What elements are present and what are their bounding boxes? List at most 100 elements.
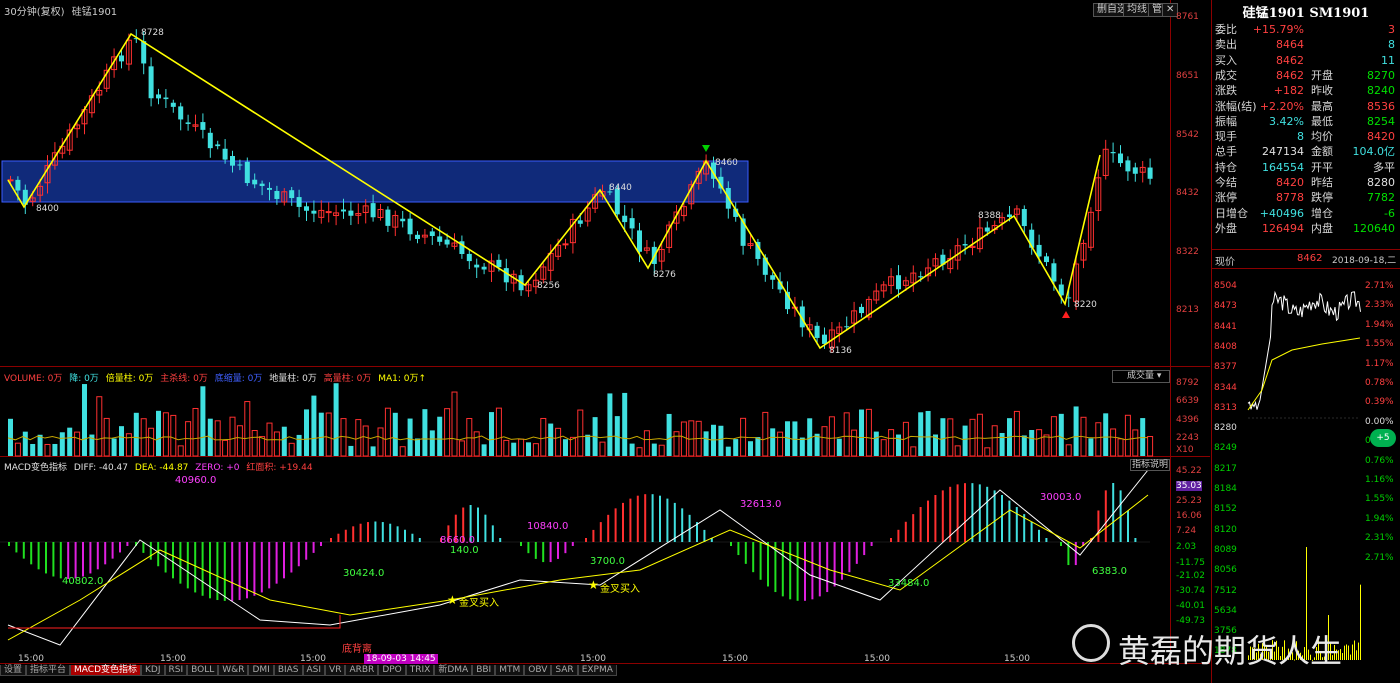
- volume-bar: [518, 438, 525, 457]
- indicator-tab[interactable]: BIAS: [273, 665, 303, 676]
- price-label: 8276: [653, 270, 676, 280]
- candle-body: [629, 218, 635, 229]
- volume-bar: [777, 431, 784, 457]
- macd-tick: 25.23: [1176, 496, 1202, 506]
- indicator-tab[interactable]: MACD变色指标: [70, 665, 142, 676]
- macd-bar: [1001, 494, 1003, 542]
- volume-bar: [177, 445, 184, 457]
- volume-bar: [859, 409, 864, 456]
- macd-bar: [179, 542, 182, 584]
- mini-badge[interactable]: +5: [1370, 429, 1396, 447]
- volume-bar: [643, 430, 650, 457]
- macd-bar: [607, 514, 610, 542]
- volume-bar: [984, 447, 991, 457]
- indicator-tab[interactable]: 新DMA: [434, 665, 473, 676]
- volume-bar: [873, 431, 879, 456]
- macd-bar: [283, 542, 285, 579]
- indicator-tab[interactable]: ARBR: [345, 665, 379, 676]
- macd-bar: [1045, 538, 1048, 542]
- macd-bar: [557, 542, 559, 559]
- candle-body: [370, 203, 376, 218]
- macd-label: 33484.0: [888, 578, 930, 589]
- volume-bar: [37, 434, 43, 456]
- quote-row: 振幅 3.42% 最低 8254: [1215, 114, 1399, 129]
- macd-bar: [636, 495, 639, 542]
- candle-body: [207, 132, 213, 149]
- indicator-tab[interactable]: 设置: [0, 665, 27, 676]
- quote-value-2: 8254: [1367, 114, 1395, 128]
- macd-bar: [651, 494, 654, 542]
- macd-bar: [644, 494, 647, 542]
- macd-bar: [142, 542, 145, 553]
- macd-bar: [534, 542, 537, 559]
- indicator-tab[interactable]: MTM: [495, 665, 525, 676]
- macd-bar: [520, 542, 522, 546]
- volume-bar: [569, 436, 576, 457]
- mini-pct-tick: 1.17%: [1365, 358, 1394, 369]
- volume-tick: X10: [1176, 445, 1194, 455]
- quote-title: 硅锰1901 SM1901: [1242, 6, 1370, 21]
- volume-bar: [577, 409, 584, 457]
- indicator-tab[interactable]: BBI: [472, 665, 496, 676]
- indicator-tab[interactable]: DPO: [378, 665, 406, 676]
- indicator-tab[interactable]: OBV: [524, 665, 552, 676]
- indicator-tab[interactable]: EXPMA: [577, 665, 617, 676]
- volume-bar: [585, 434, 591, 456]
- volume-bar: [548, 423, 554, 456]
- quote-row: 买入 8462 11: [1215, 53, 1399, 68]
- macd-tick: 45.22: [1176, 466, 1202, 476]
- mini-tick: 8280: [1214, 423, 1237, 434]
- indicator-tab[interactable]: TRIX: [405, 665, 435, 676]
- volume-bar: [821, 426, 828, 457]
- indicator-tab[interactable]: ASI: [302, 665, 326, 676]
- volume-bar: [236, 425, 243, 457]
- macd-bar: [1127, 510, 1129, 542]
- volume-bar: [962, 425, 968, 456]
- quote-value: +15.79%: [1252, 23, 1304, 36]
- macd-label: 3700.0: [590, 556, 625, 567]
- indicator-tab[interactable]: 指标平台: [26, 665, 71, 676]
- volume-selector[interactable]: 成交量 ▾: [1112, 370, 1170, 383]
- intraday-volume-bar: [1352, 644, 1353, 660]
- quote-value: 8420: [1276, 176, 1304, 189]
- volume-bar: [1140, 418, 1146, 456]
- candle-body: [185, 122, 191, 124]
- quote-label-2: 内盘: [1311, 221, 1333, 235]
- indicator-tab[interactable]: DMI: [248, 665, 274, 676]
- indicator-explain-button[interactable]: 指标说明: [1130, 459, 1170, 471]
- indicator-tab[interactable]: W&R: [218, 665, 249, 676]
- quote-label: 买入: [1215, 53, 1237, 67]
- volume-bar: [44, 443, 51, 457]
- volume-bar: [666, 413, 672, 456]
- macd-dea-line: [7, 494, 1149, 641]
- mini-pct-tick: 0.78%: [1365, 378, 1394, 388]
- quote-value-2: 3: [1388, 23, 1395, 36]
- volume-bar: [940, 418, 946, 456]
- macd-bar: [855, 542, 858, 564]
- volume-bar: [1095, 422, 1102, 457]
- macd-bar: [82, 542, 84, 577]
- macd-bar: [359, 523, 362, 542]
- indicator-tab[interactable]: VR: [325, 665, 346, 676]
- volume-bars: [8, 383, 1154, 457]
- indicator-tab[interactable]: BOLL: [187, 665, 219, 676]
- volume-bar: [828, 416, 835, 457]
- volume-bar: [1013, 410, 1020, 457]
- quote-row: 涨停 8778 跌停 7782: [1215, 190, 1399, 205]
- volume-bar: [718, 425, 724, 456]
- ma-button[interactable]: 均线: [1123, 3, 1151, 17]
- volume-bar: [59, 432, 65, 456]
- volume-ground: 地量柱: 0万: [269, 374, 317, 384]
- quote-value: 8464: [1276, 38, 1304, 52]
- indicator-tab[interactable]: RSI: [164, 665, 188, 676]
- macd-bar: [730, 542, 732, 546]
- indicator-tab[interactable]: KDJ: [141, 665, 165, 676]
- macd-bar: [119, 542, 121, 553]
- mini-tick: 7512: [1214, 585, 1237, 596]
- macd-bar: [789, 542, 792, 600]
- quote-label: 振幅: [1215, 114, 1237, 128]
- indicator-tab[interactable]: SAR: [551, 665, 578, 676]
- volume-value: VOLUME: 0万: [4, 374, 63, 384]
- divider-price-volume: [0, 366, 1210, 367]
- volume-bar: [703, 431, 709, 456]
